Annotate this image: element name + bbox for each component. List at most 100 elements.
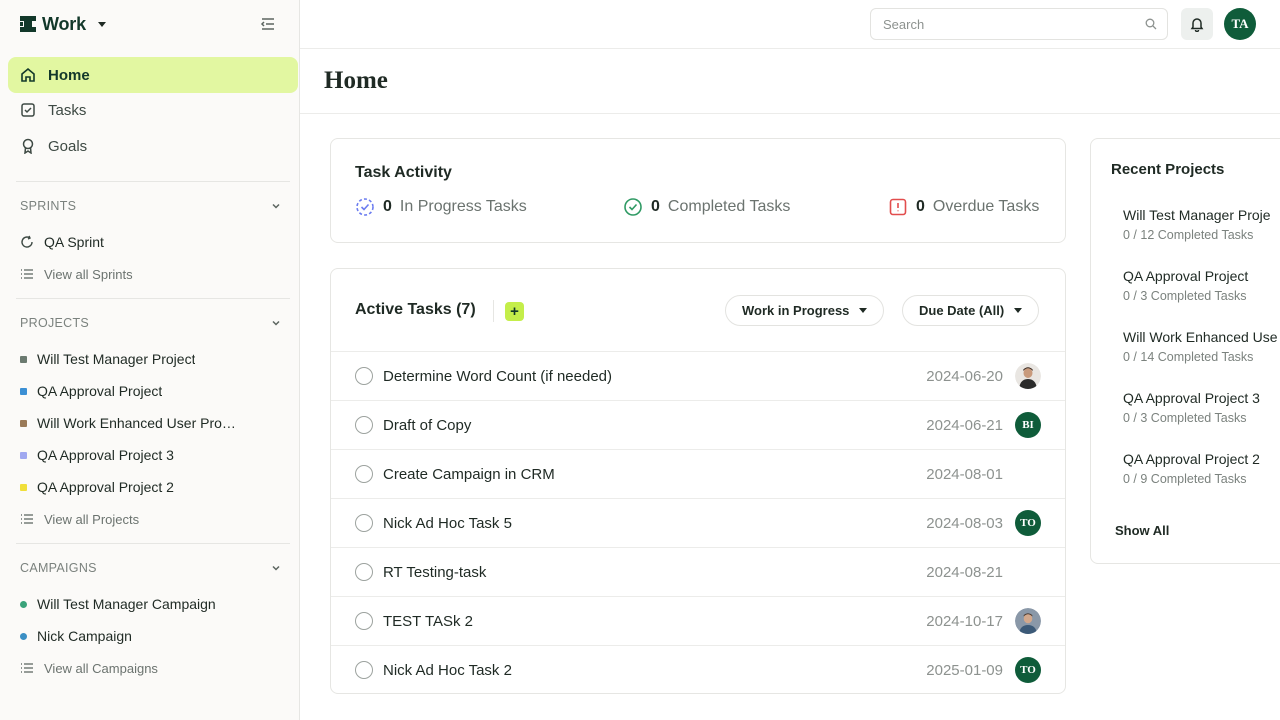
recent-project-item[interactable]: QA Approval Project 0 / 3 Completed Task… bbox=[1123, 268, 1280, 303]
task-complete-checkbox[interactable] bbox=[355, 514, 373, 532]
workspace-switcher[interactable]: Work bbox=[20, 13, 106, 35]
status-filter-dropdown[interactable]: Work in Progress bbox=[725, 295, 885, 326]
nav-tasks-label: Tasks bbox=[48, 101, 87, 119]
task-row[interactable]: RT Testing-task 2024-08-21 bbox=[331, 547, 1065, 596]
project-item[interactable]: QA Approval Project bbox=[20, 380, 282, 402]
task-name: Determine Word Count (if needed) bbox=[383, 367, 612, 385]
sprints-section-toggle[interactable]: SPRINTS bbox=[20, 198, 282, 214]
assignee-avatar[interactable]: BI bbox=[1015, 412, 1041, 438]
campaign-item[interactable]: Will Test Manager Campaign bbox=[20, 593, 282, 615]
task-complete-checkbox[interactable] bbox=[355, 563, 373, 581]
project-item-label: QA Approval Project 2 bbox=[37, 479, 174, 495]
search-box[interactable] bbox=[870, 8, 1168, 40]
campaigns-section-toggle[interactable]: CAMPAIGNS bbox=[20, 560, 282, 576]
search-input[interactable] bbox=[883, 16, 1145, 32]
active-tasks-title: Active Tasks (7) bbox=[355, 301, 476, 318]
recent-project-progress: 0 / 3 Completed Tasks bbox=[1123, 289, 1247, 303]
view-all-sprints-link[interactable]: View all Sprints bbox=[20, 263, 282, 285]
divider bbox=[16, 543, 290, 544]
task-complete-checkbox[interactable] bbox=[355, 416, 373, 434]
chevron-down-icon bbox=[272, 565, 280, 571]
task-row[interactable]: Nick Ad Hoc Task 5 2024-08-03 TO bbox=[331, 498, 1065, 547]
campaign-color-dot bbox=[20, 632, 27, 640]
list-icon bbox=[21, 514, 33, 524]
recent-project-progress: 0 / 3 Completed Tasks bbox=[1123, 411, 1247, 425]
recent-project-item[interactable]: Will Work Enhanced Use 0 / 14 Completed … bbox=[1123, 329, 1280, 364]
project-item[interactable]: QA Approval Project 3 bbox=[20, 444, 282, 466]
project-item[interactable]: Will Work Enhanced User Proje... bbox=[20, 412, 282, 434]
project-color-swatch bbox=[20, 451, 27, 459]
campaign-color-dot bbox=[20, 600, 27, 608]
due-date-filter-label: Due Date (All) bbox=[919, 303, 1005, 318]
task-complete-checkbox[interactable] bbox=[355, 612, 373, 630]
view-all-projects-link[interactable]: View all Projects bbox=[20, 508, 282, 530]
overdue-stat[interactable]: 0 Overdue Tasks bbox=[888, 196, 1039, 218]
task-due-date: 2024-06-20 bbox=[926, 367, 1003, 385]
assignee-avatar-photo[interactable] bbox=[1015, 363, 1041, 389]
nav-tasks[interactable]: Tasks bbox=[8, 92, 298, 128]
projects-section-toggle[interactable]: PROJECTS bbox=[20, 315, 282, 331]
active-tasks-card: Active Tasks (7) + Work in Progress Due … bbox=[330, 268, 1066, 694]
project-item-label: Will Work Enhanced User Proje... bbox=[37, 415, 237, 431]
task-row[interactable]: Create Campaign in CRM 2024-08-01 bbox=[331, 449, 1065, 498]
overdue-count: 0 bbox=[916, 198, 925, 215]
recent-projects-title: Recent Projects bbox=[1111, 161, 1225, 178]
task-complete-checkbox[interactable] bbox=[355, 465, 373, 483]
chevron-down-icon bbox=[272, 203, 280, 209]
nav-goals[interactable]: Goals bbox=[8, 128, 298, 164]
notifications-button[interactable] bbox=[1181, 8, 1213, 40]
sidebar: Work Home Tasks Goals SPRINTS QA Sprint bbox=[0, 0, 300, 720]
collapse-sidebar-icon[interactable] bbox=[258, 14, 278, 34]
user-avatar[interactable]: TA bbox=[1224, 8, 1256, 40]
task-due-date: 2024-10-17 bbox=[926, 612, 1003, 630]
view-all-campaigns-link[interactable]: View all Campaigns bbox=[20, 657, 282, 679]
project-item[interactable]: QA Approval Project 2 bbox=[20, 476, 282, 498]
recent-project-name: Will Work Enhanced Use bbox=[1123, 329, 1278, 345]
campaign-item-label: Will Test Manager Campaign bbox=[37, 596, 216, 612]
task-row[interactable]: Determine Word Count (if needed) 2024-06… bbox=[331, 351, 1065, 400]
projects-header: PROJECTS bbox=[20, 316, 90, 330]
sprint-item-qa-sprint[interactable]: QA Sprint bbox=[20, 231, 282, 253]
task-row[interactable]: Nick Ad Hoc Task 2 2025-01-09 TO bbox=[331, 645, 1065, 694]
task-due-date: 2024-08-03 bbox=[926, 514, 1003, 532]
app-name: Work bbox=[42, 13, 86, 34]
refresh-icon bbox=[21, 235, 33, 248]
show-all-projects-link[interactable]: Show All bbox=[1115, 523, 1169, 538]
recent-project-name: QA Approval Project 2 bbox=[1123, 451, 1260, 467]
overdue-label: Overdue Tasks bbox=[932, 198, 1040, 215]
recent-project-item[interactable]: QA Approval Project 2 0 / 9 Completed Ta… bbox=[1123, 451, 1280, 486]
recent-project-item[interactable]: QA Approval Project 3 0 / 3 Completed Ta… bbox=[1123, 390, 1280, 425]
due-date-filter-dropdown[interactable]: Due Date (All) bbox=[902, 295, 1040, 326]
recent-project-name: QA Approval Project bbox=[1123, 268, 1249, 284]
assignee-avatar[interactable]: TO bbox=[1015, 510, 1041, 536]
task-name: Create Campaign in CRM bbox=[383, 465, 555, 483]
assignee-avatar[interactable]: TO bbox=[1015, 657, 1041, 683]
task-complete-checkbox[interactable] bbox=[355, 661, 373, 679]
task-row[interactable]: Draft of Copy 2024-06-21 BI bbox=[331, 400, 1065, 449]
campaigns-header: CAMPAIGNS bbox=[20, 561, 97, 575]
campaign-item[interactable]: Nick Campaign bbox=[20, 625, 282, 647]
list-icon bbox=[21, 269, 33, 279]
divider bbox=[16, 298, 290, 299]
add-task-button[interactable]: + bbox=[505, 302, 524, 321]
task-complete-checkbox[interactable] bbox=[355, 367, 373, 385]
task-name: Nick Ad Hoc Task 2 bbox=[383, 661, 512, 679]
recent-project-item[interactable]: Will Test Manager Proje 0 / 12 Completed… bbox=[1123, 207, 1280, 242]
project-item[interactable]: Will Test Manager Project bbox=[20, 348, 282, 370]
sprint-item-label: QA Sprint bbox=[44, 234, 104, 250]
project-color-swatch bbox=[20, 419, 27, 427]
task-due-date: 2024-08-01 bbox=[926, 465, 1003, 483]
completed-stat[interactable]: 0 Completed Tasks bbox=[623, 196, 790, 218]
page-header: Home bbox=[300, 49, 1280, 114]
in-progress-stat[interactable]: 0 In Progress Tasks bbox=[355, 196, 527, 218]
divider bbox=[16, 181, 290, 182]
assignee-avatar-photo[interactable] bbox=[1015, 608, 1041, 634]
project-item-label: QA Approval Project 3 bbox=[37, 447, 174, 463]
nav-home[interactable]: Home bbox=[8, 57, 298, 93]
task-name: RT Testing-task bbox=[383, 563, 487, 581]
view-all-sprints-label: View all Sprints bbox=[44, 266, 133, 282]
project-item-label: QA Approval Project bbox=[37, 383, 163, 399]
campaign-item-label: Nick Campaign bbox=[37, 628, 132, 644]
task-row[interactable]: TEST TASk 2 2024-10-17 bbox=[331, 596, 1065, 645]
recent-project-name: Will Test Manager Proje bbox=[1123, 207, 1271, 223]
